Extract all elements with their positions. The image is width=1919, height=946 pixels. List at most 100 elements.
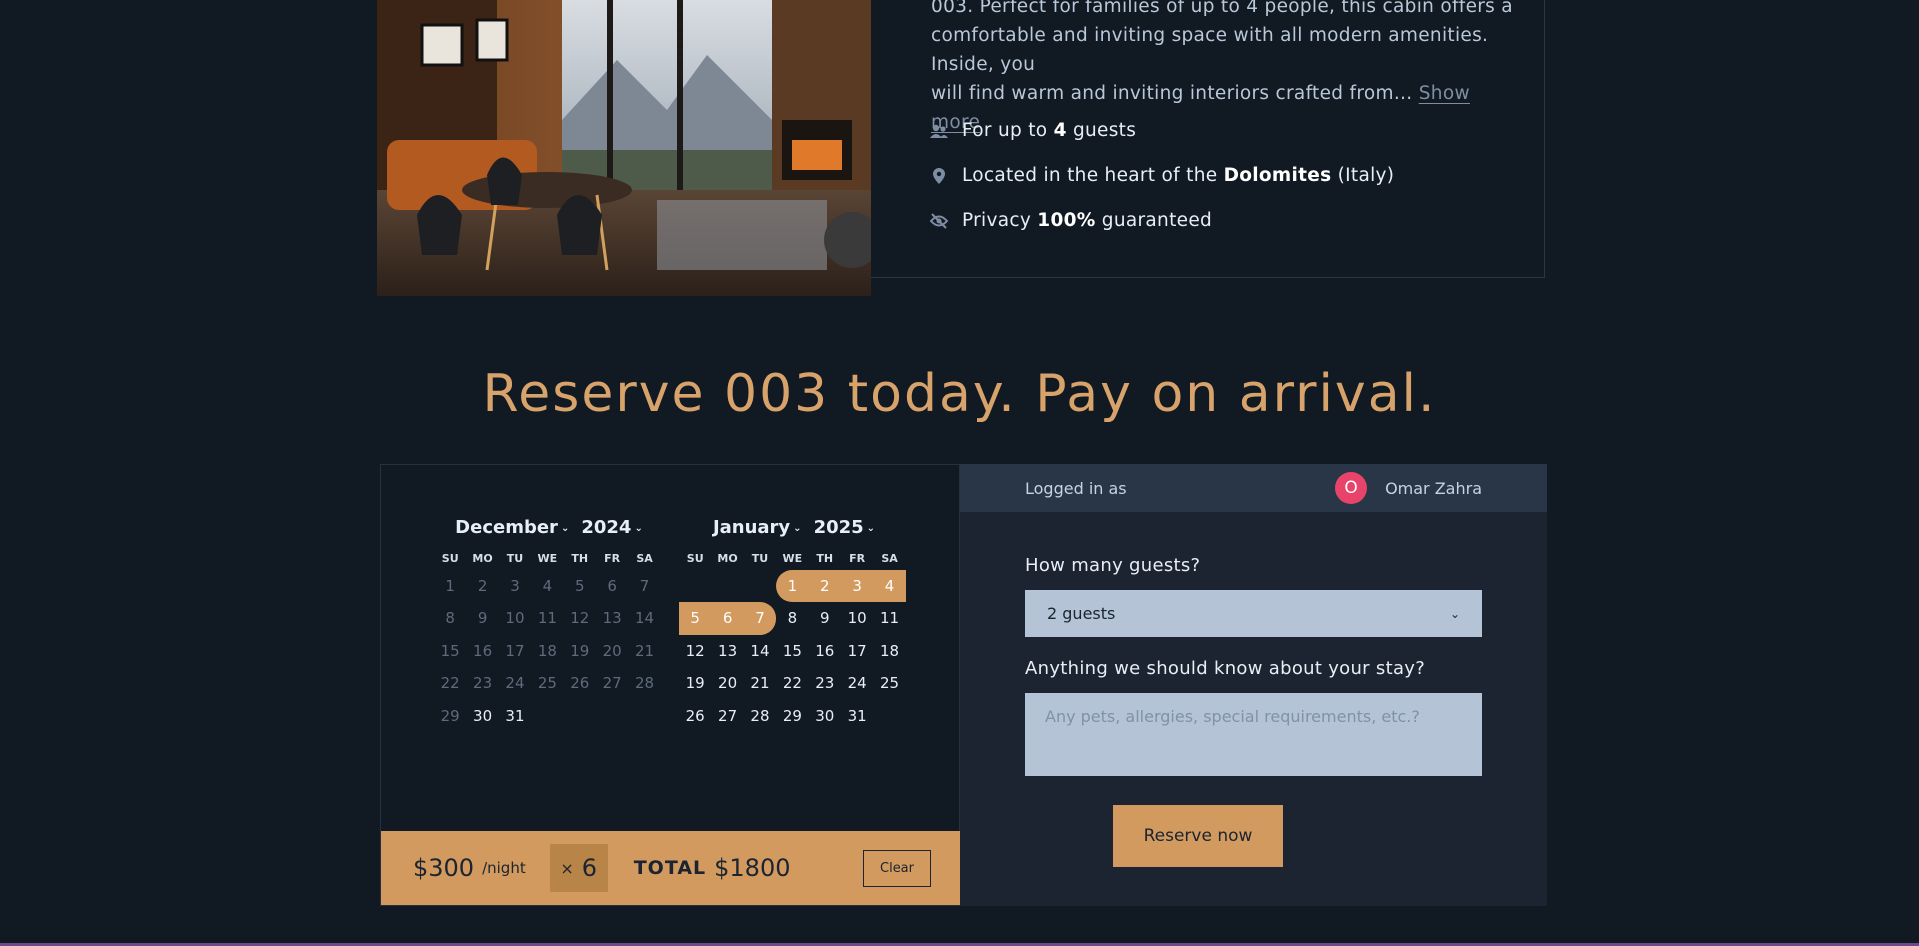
calendar-day[interactable]: 10: [841, 602, 873, 634]
calendar-day: 26: [570, 674, 590, 693]
calendar-empty-cell: [531, 700, 563, 732]
feature-guests: For up to 4 guests: [929, 120, 1136, 141]
guests-label: How many guests?: [1025, 555, 1201, 576]
calendar-day: 18: [537, 641, 557, 660]
eye-off-icon: [929, 211, 949, 231]
weekday-label: FR: [604, 552, 621, 565]
calendar-day[interactable]: 19: [679, 667, 711, 699]
week-row: 15 16 17 18 19 20 21: [434, 635, 664, 667]
calendar-day[interactable]: 25: [873, 667, 905, 699]
calendar-day[interactable]: 14: [744, 635, 776, 667]
listing-info-card: 003. Perfect for families of up to 4 peo…: [871, 0, 1545, 278]
calendar-empty-cell: [628, 700, 660, 732]
calendar-day[interactable]: 12: [679, 635, 711, 667]
calendar-day[interactable]: 31: [841, 700, 873, 732]
calendar-day[interactable]: 5: [679, 602, 712, 635]
calendar-day[interactable]: 9: [809, 602, 841, 634]
calendar-day[interactable]: 31: [499, 700, 531, 732]
avatar[interactable]: O: [1335, 472, 1368, 504]
weekday-header: SU MO TU WE TH FR SA: [434, 548, 664, 570]
user-name[interactable]: Omar Zahra: [1385, 479, 1482, 498]
week-row: 5 6 7 8 9 10 11: [679, 602, 909, 635]
calendar-day[interactable]: 18: [873, 635, 905, 667]
feature-text: For up to 4 guests: [962, 120, 1137, 141]
calendar-day[interactable]: 16: [809, 635, 841, 667]
weekday-label: TU: [751, 552, 769, 565]
weekday-label: SA: [636, 552, 653, 565]
feature-text: Privacy 100% guaranteed: [962, 210, 1213, 231]
calendar-day: 19: [570, 641, 590, 660]
calendar-day[interactable]: 13: [711, 635, 743, 667]
calendar-day: 14: [634, 609, 655, 628]
calendar-day[interactable]: 4: [873, 570, 906, 603]
calendar-day[interactable]: 28: [744, 700, 776, 732]
calendar-day: 21: [634, 641, 655, 660]
weekday-label: WE: [537, 552, 558, 565]
calendar-day: 15: [440, 641, 460, 660]
calendar-day[interactable]: 8: [776, 602, 808, 634]
month-select[interactable]: December: [455, 517, 558, 538]
month-header: January ⌄ 2025 ⌄: [679, 517, 909, 538]
listing-photo: [377, 0, 871, 296]
calendar-day: 28: [634, 674, 655, 693]
calendar-day[interactable]: 6: [711, 602, 744, 635]
month-select[interactable]: January: [713, 517, 790, 538]
calendar-day[interactable]: 1: [776, 570, 809, 603]
listing-description: 003. Perfect for families of up to 4 peo…: [931, 0, 1521, 137]
calendar-day[interactable]: 24: [841, 667, 873, 699]
calendar-day: 27: [602, 674, 622, 693]
calendar-day: 10: [505, 609, 525, 628]
notes-textarea[interactable]: Any pets, allergies, special requirement…: [1025, 693, 1482, 776]
clear-button[interactable]: Clear: [863, 849, 931, 887]
calendar-empty-cell: [679, 570, 711, 602]
location-pin-icon: [929, 166, 949, 186]
price-bar: $300 /night × 6 TOTAL $1800 Clear: [381, 831, 961, 905]
calendar-day[interactable]: 3: [840, 570, 874, 603]
chevron-down-icon: ⌄: [866, 522, 876, 534]
calendar-day[interactable]: 27: [711, 700, 743, 732]
feature-privacy: Privacy 100% guaranteed: [929, 210, 1212, 231]
calendar-day[interactable]: 30: [809, 700, 841, 732]
calendar-day[interactable]: 26: [679, 700, 711, 732]
calendar-day[interactable]: 30: [466, 700, 498, 732]
year-select[interactable]: 2025: [814, 517, 864, 538]
year-select[interactable]: 2024: [581, 517, 631, 538]
calendar-day[interactable]: 2: [808, 570, 841, 603]
calendar-day[interactable]: 17: [841, 635, 873, 667]
chevron-down-icon: ⌄: [793, 522, 802, 534]
weekday-label: FR: [849, 552, 866, 565]
calendar-day: 7: [639, 577, 650, 595]
week-row: 8 9 10 11 12 13 14: [434, 602, 664, 634]
weekday-label: WE: [782, 552, 803, 565]
week-row: 22 23 24 25 26 27 28: [434, 667, 664, 699]
calendar-day: 5: [574, 577, 585, 595]
calendar-day[interactable]: 22: [776, 667, 808, 699]
calendar-day[interactable]: 7: [743, 602, 777, 635]
notes-placeholder: Any pets, allergies, special requirement…: [1045, 707, 1420, 726]
per-night-label: /night: [482, 859, 526, 877]
calendar-day[interactable]: 15: [776, 635, 808, 667]
nights-count: 6: [581, 854, 598, 882]
week-row: 1 2 3 4 5 6 7: [434, 570, 664, 602]
reserve-now-button[interactable]: Reserve now: [1113, 805, 1283, 867]
calendar-day[interactable]: 11: [873, 602, 905, 634]
calendar-day: 20: [602, 641, 622, 660]
chevron-down-icon: ⌄: [1449, 606, 1460, 621]
calendar-day: 13: [602, 609, 622, 628]
total-value: $1800: [714, 854, 791, 882]
nightly-price: $300: [413, 854, 475, 882]
users-icon: [929, 121, 949, 141]
calendar-day[interactable]: 23: [809, 667, 841, 699]
user-bar: Logged in as O Omar Zahra: [960, 464, 1547, 512]
calendar-empty-cell: [744, 570, 776, 602]
calendar-day: 6: [607, 577, 617, 595]
calendar-day: 3: [510, 577, 520, 595]
calendar-day[interactable]: 21: [744, 667, 776, 699]
total-label: TOTAL: [633, 857, 707, 879]
calendar-day[interactable]: 29: [776, 700, 808, 732]
weekday-label: MO: [472, 552, 493, 565]
guests-select[interactable]: 2 guests ⌄: [1025, 590, 1482, 637]
calendar-day: 25: [537, 674, 557, 693]
calendar-day[interactable]: 20: [711, 667, 743, 699]
weekday-label: TU: [506, 552, 524, 565]
